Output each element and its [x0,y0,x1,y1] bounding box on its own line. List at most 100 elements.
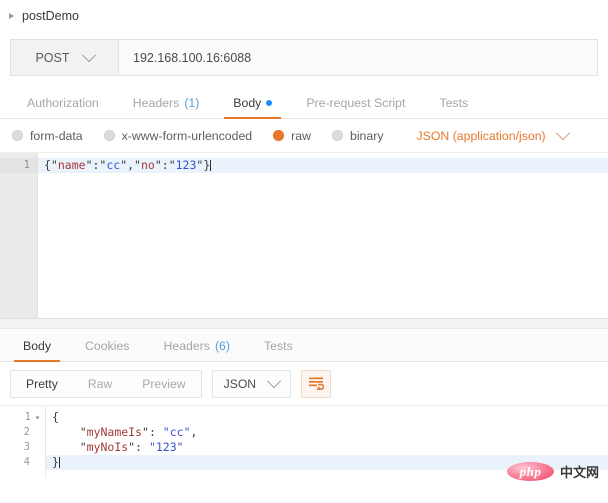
radio-icon [12,130,23,141]
radio-icon [331,130,343,141]
radio-form-data[interactable]: form-data [12,129,83,143]
request-url-bar: POST [10,39,598,76]
code-token: "123" [148,440,184,454]
code-token: ": [142,425,163,439]
code-token: myNameIs [86,425,143,439]
triangle-right-icon[interactable] [9,13,14,19]
code-token: "cc" [162,425,191,439]
code-token: { [52,410,59,424]
wrap-lines-icon [308,377,324,390]
view-mode-group: Pretty Raw Preview [10,369,202,398]
view-mode-pretty[interactable]: Pretty [11,371,73,397]
breadcrumb-label[interactable]: postDemo [22,9,79,23]
tab-authorization[interactable]: Authorization [10,96,116,118]
wrap-lines-button[interactable] [301,369,332,398]
tab-label: Headers [163,339,210,353]
tab-label: Body [23,339,52,353]
view-mode-preview[interactable]: Preview [127,371,200,397]
line-number: 1 [0,158,37,173]
response-toolbar: Pretty Raw Preview JSON [0,362,608,405]
code-token: name [57,158,86,172]
response-gutter: 12 3 4 [0,406,46,478]
line-number: 1 [0,410,45,425]
view-mode-label: Pretty [26,376,58,391]
body-type-row: form-data x-www-form-urlencoded raw bina… [0,119,608,152]
view-mode-label: Preview [142,376,186,391]
code-token: "," [120,158,141,172]
response-format-select[interactable]: JSON [211,369,292,398]
watermark-label: 中文网 [559,466,599,481]
code-token: " [52,440,87,454]
chevron-down-icon [81,47,96,62]
code-token: myNoIs [86,440,129,454]
code-line: "myNoIs": "123" [46,440,608,455]
response-tab-cookies[interactable]: Cookies [68,339,146,361]
tab-body[interactable]: Body [216,96,289,119]
response-tab-tests[interactable]: Tests [247,339,310,361]
radio-label: x-www-form-urlencoded [121,128,253,143]
code-token: ":" [85,158,107,172]
php-badge-text: php [519,463,542,479]
tab-label: Authorization [27,96,99,110]
line-number: 2 [23,426,30,438]
php-logo-icon: php [506,462,554,481]
chevron-down-icon [555,125,570,140]
request-body-editor[interactable]: 1 {"name":"cc","no":"123"} [0,152,608,318]
request-tabs: Authorization Headers (1) Body Pre-reque… [0,87,608,119]
response-tab-headers[interactable]: Headers (6) [146,339,247,361]
content-type-label: JSON (application/json) [416,128,546,143]
response-tabs: Body Cookies Headers (6) Tests [0,329,608,362]
tab-tests[interactable]: Tests [422,96,485,118]
http-method-select[interactable]: POST [11,40,119,75]
tab-pre-request-script[interactable]: Pre-request Script [289,96,422,118]
line-number: 3 [23,441,30,453]
response-tab-body[interactable]: Body [6,339,68,362]
panel-splitter[interactable] [0,318,608,329]
code-line: "myNameIs": "cc", [46,425,608,440]
tab-count-badge: (1) [184,96,200,110]
content-type-select[interactable]: JSON (application/json) [416,125,570,143]
tab-label: Tests [263,339,293,353]
code-token: no [140,158,155,172]
radio-label: raw [291,128,311,143]
http-method-label: POST [35,50,70,65]
radio-label: form-data [30,128,83,143]
radio-x-www-form-urlencoded[interactable]: x-www-form-urlencoded [103,128,253,143]
breadcrumb: postDemo [0,0,608,32]
view-mode-label: Raw [87,376,113,391]
radio-icon [103,130,115,141]
tab-headers[interactable]: Headers (1) [116,96,217,118]
radio-raw[interactable]: raw [273,129,311,143]
tab-count-badge: (6) [214,339,230,353]
code-token: {" [44,158,58,172]
code-token: ": [128,440,149,454]
code-token: "} [196,158,211,172]
response-format-label: JSON [223,376,257,391]
view-mode-raw[interactable]: Raw [73,371,127,397]
tab-label: Tests [439,96,469,110]
request-editor-gutter: 1 [0,153,38,318]
tab-label: Body [233,96,262,110]
code-line: {"name":"cc","no":"123"} [38,158,608,173]
radio-icon-selected [273,130,285,141]
tab-label: Headers [132,96,180,110]
fold-arrow-icon[interactable] [35,416,40,419]
line-number: 4 [23,456,30,468]
text-caret [58,457,60,468]
request-editor-code[interactable]: {"name":"cc","no":"123"} [38,153,608,318]
chevron-down-icon [267,373,282,388]
text-caret [210,160,212,171]
code-token: cc [106,158,121,172]
code-token: , [190,425,198,439]
radio-binary[interactable]: binary [331,128,384,143]
code-token: } [52,455,59,469]
code-line: { [46,410,608,425]
code-token: " [52,425,87,439]
watermark: php 中文网 [506,462,599,481]
request-url-input[interactable] [119,40,597,75]
code-token: ":" [154,158,176,172]
code-token: 123 [175,158,197,172]
tab-label: Pre-request Script [306,96,406,110]
radio-label: binary [349,128,384,143]
blue-dot-icon [266,100,273,106]
